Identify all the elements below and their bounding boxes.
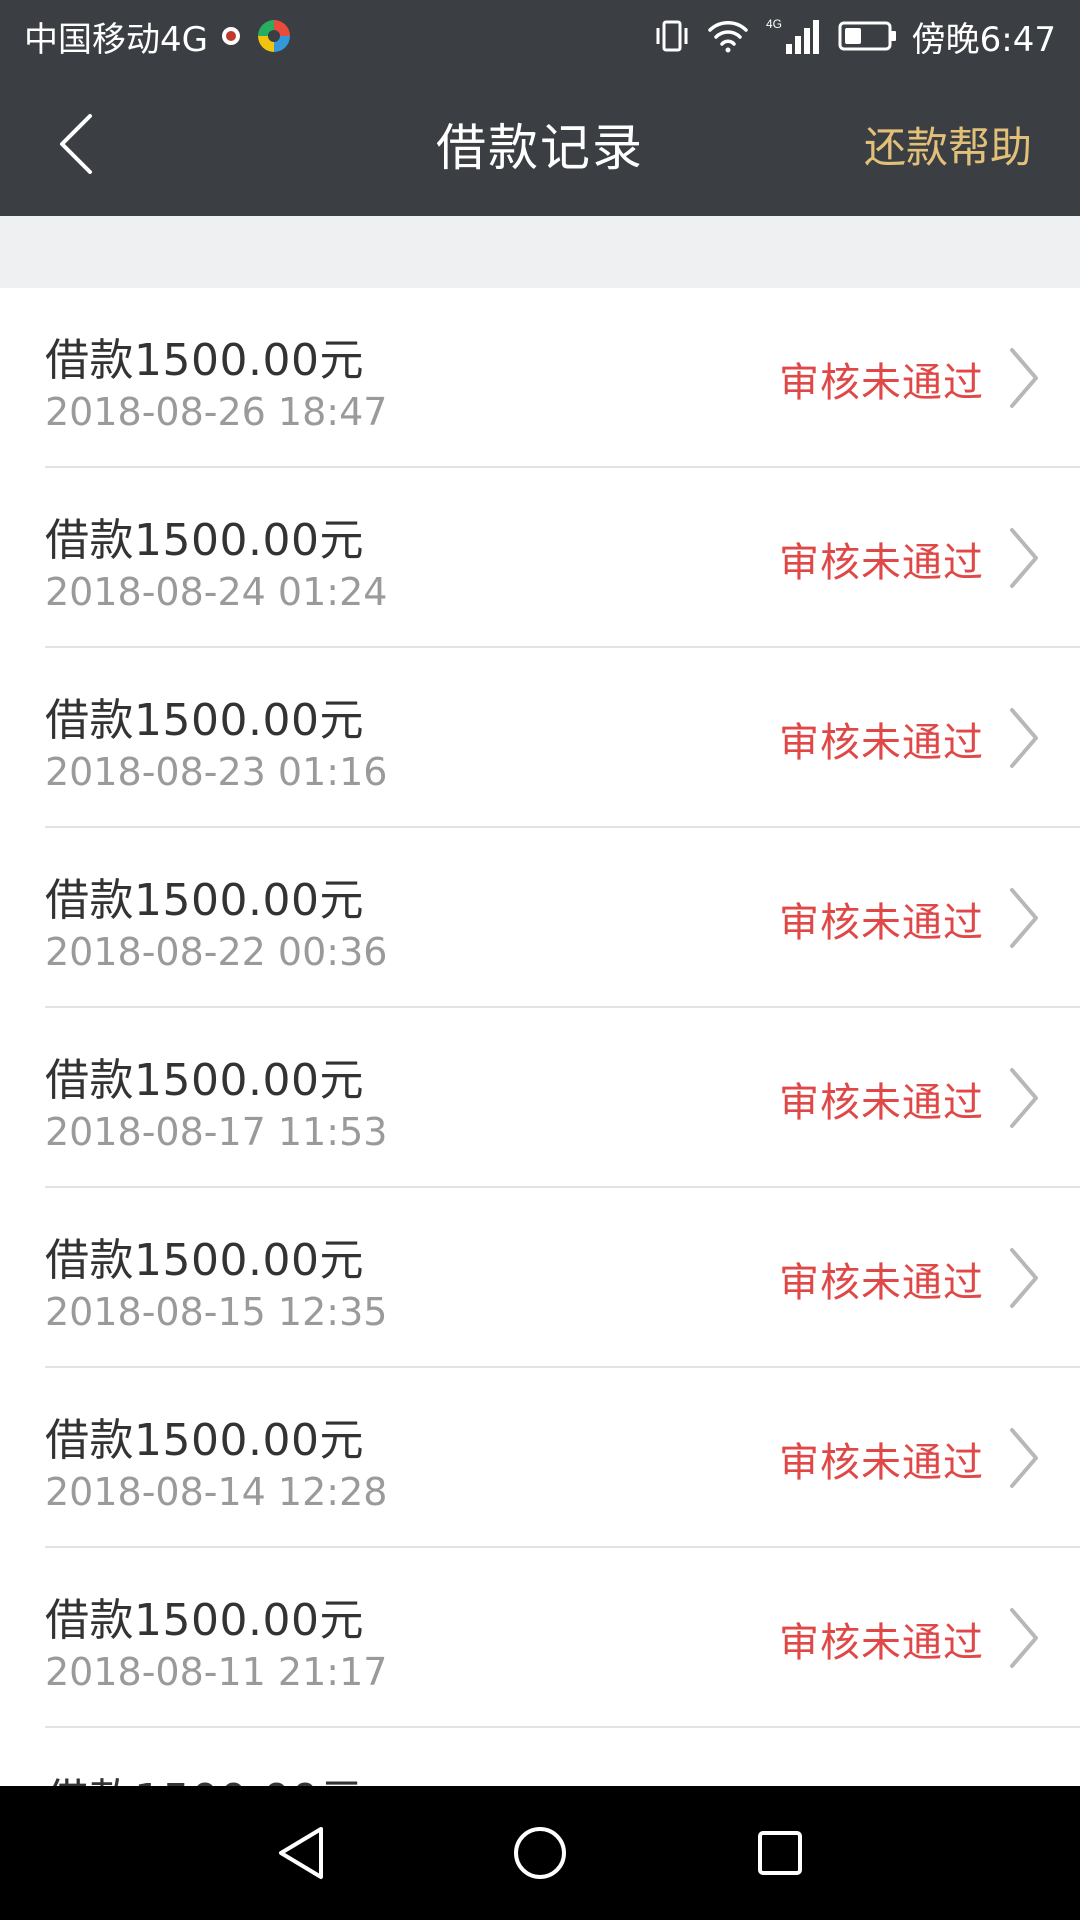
loan-timestamp: 2018-08-24 01:24 [45, 570, 388, 614]
review-status: 审核未通过 [779, 1440, 984, 1486]
review-status: 审核未通过 [779, 1260, 984, 1306]
loan-amount: 借款1500.00元 [45, 695, 364, 746]
loan-amount: 借款1500.00元 [45, 335, 364, 386]
loan-record-row[interactable]: 借款1500.00元 2018-08-15 12:35 审核未通过 [45, 1188, 1080, 1368]
notification-icon [220, 25, 242, 47]
loan-amount: 借款1500.00元 [45, 515, 364, 566]
review-status: 审核未通过 [779, 1620, 984, 1666]
network-type-label: 4G [766, 17, 782, 31]
loan-timestamp: 2018-08-11 21:17 [45, 1650, 388, 1694]
loan-record-row[interactable]: 借款1500.00元 2018-08-22 00:36 审核未通过 [45, 828, 1080, 1008]
system-back-button[interactable] [260, 1813, 340, 1893]
loan-timestamp: 2018-08-23 01:16 [45, 750, 388, 794]
chevron-right-icon [1010, 528, 1038, 588]
chevron-right-icon [1010, 888, 1038, 948]
carrier-label: 中国移动4G [24, 19, 208, 60]
loan-record-list: 借款1500.00元 2018-08-26 18:47 审核未通过 借款1500.00… [0, 288, 1080, 1908]
vibrate-icon [652, 16, 692, 56]
loan-amount: 借款1500.00元 [45, 875, 364, 926]
review-status: 审核未通过 [779, 900, 984, 946]
system-recents-button[interactable] [740, 1813, 820, 1893]
review-status: 审核未通过 [779, 720, 984, 766]
time-period-label: 傍晚 [911, 19, 980, 60]
loan-timestamp: 2018-08-17 11:53 [45, 1110, 388, 1154]
loan-timestamp: 2018-08-26 18:47 [45, 390, 388, 434]
loan-timestamp: 2018-08-15 12:35 [45, 1290, 388, 1334]
chevron-left-icon [60, 114, 92, 174]
loan-record-row[interactable]: 借款1500.00元 2018-08-14 12:28 审核未通过 [45, 1368, 1080, 1548]
status-bar: 中国移动4G 4G 傍晚6:47 [0, 0, 1080, 72]
clock: 6:47 [979, 19, 1056, 60]
chevron-right-icon [1010, 708, 1038, 768]
system-nav-bar [0, 1786, 1080, 1920]
loan-amount: 借款1500.00元 [45, 1235, 364, 1286]
review-status: 审核未通过 [779, 360, 984, 406]
loan-amount: 借款1500.00元 [45, 1415, 364, 1466]
chevron-right-icon [1010, 348, 1038, 408]
loan-timestamp: 2018-08-22 00:36 [45, 930, 388, 974]
loan-amount: 借款1500.00元 [45, 1595, 364, 1646]
review-status: 审核未通过 [779, 540, 984, 586]
repayment-help-button[interactable]: 还款帮助 [864, 72, 1032, 216]
wifi-icon [706, 16, 750, 56]
back-icon [279, 1827, 323, 1879]
battery-icon [838, 20, 898, 52]
loan-record-row[interactable]: 借款1500.00元 2018-08-11 21:17 审核未通过 [45, 1548, 1080, 1728]
signal-icon: 4G [764, 14, 824, 58]
loan-record-row[interactable]: 借款1500.00元 2018-08-23 01:16 审核未通过 [45, 648, 1080, 828]
loan-record-row[interactable]: 借款1500.00元 2018-08-24 01:24 审核未通过 [45, 468, 1080, 648]
back-button[interactable] [40, 108, 112, 180]
chevron-right-icon [1010, 1248, 1038, 1308]
chevron-right-icon [1010, 1608, 1038, 1668]
loan-record-row[interactable]: 借款1500.00元 2018-08-26 18:47 审核未通过 [45, 288, 1080, 468]
app-icon [254, 16, 294, 56]
nav-bar: 借款记录 还款帮助 [0, 72, 1080, 216]
recents-icon [758, 1831, 802, 1875]
loan-timestamp: 2018-08-14 12:28 [45, 1470, 388, 1514]
chevron-right-icon [1010, 1068, 1038, 1128]
section-spacer [0, 216, 1080, 288]
chevron-right-icon [1010, 1428, 1038, 1488]
loan-record-row[interactable]: 借款1500.00元 2018-08-17 11:53 审核未通过 [45, 1008, 1080, 1188]
review-status: 审核未通过 [779, 1080, 984, 1126]
loan-amount: 借款1500.00元 [45, 1055, 364, 1106]
system-home-button[interactable] [500, 1813, 580, 1893]
home-icon [514, 1827, 566, 1879]
